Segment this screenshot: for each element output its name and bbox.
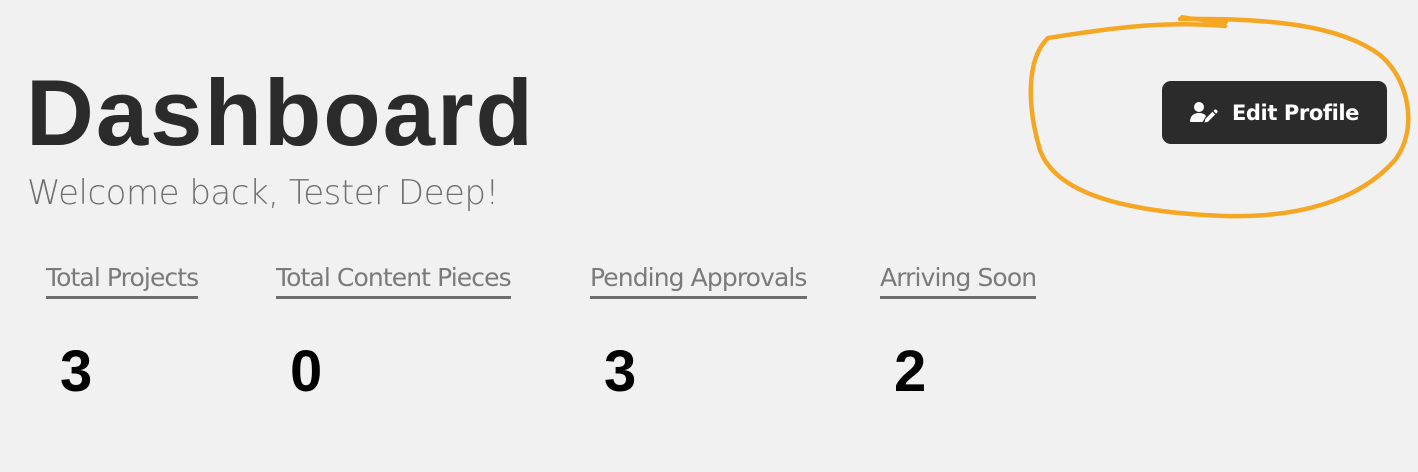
stat-value: 3 (604, 339, 637, 404)
stat-label: Pending Approvals (590, 261, 807, 299)
stat-label: Total Projects (46, 261, 199, 299)
edit-profile-label: Edit Profile (1231, 100, 1360, 125)
user-edit-icon (1189, 101, 1218, 125)
stat-value: 0 (290, 339, 323, 404)
edit-profile-button[interactable]: Edit Profile (1162, 81, 1387, 144)
stat-label: Total Content Pieces (276, 261, 512, 299)
page-title: Dashboard (26, 60, 535, 165)
stat-value: 2 (894, 339, 927, 404)
stat-value: 3 (60, 339, 93, 404)
welcome-message: Welcome back, Tester Deep! (27, 173, 499, 213)
stat-label: Arriving Soon (880, 261, 1037, 299)
